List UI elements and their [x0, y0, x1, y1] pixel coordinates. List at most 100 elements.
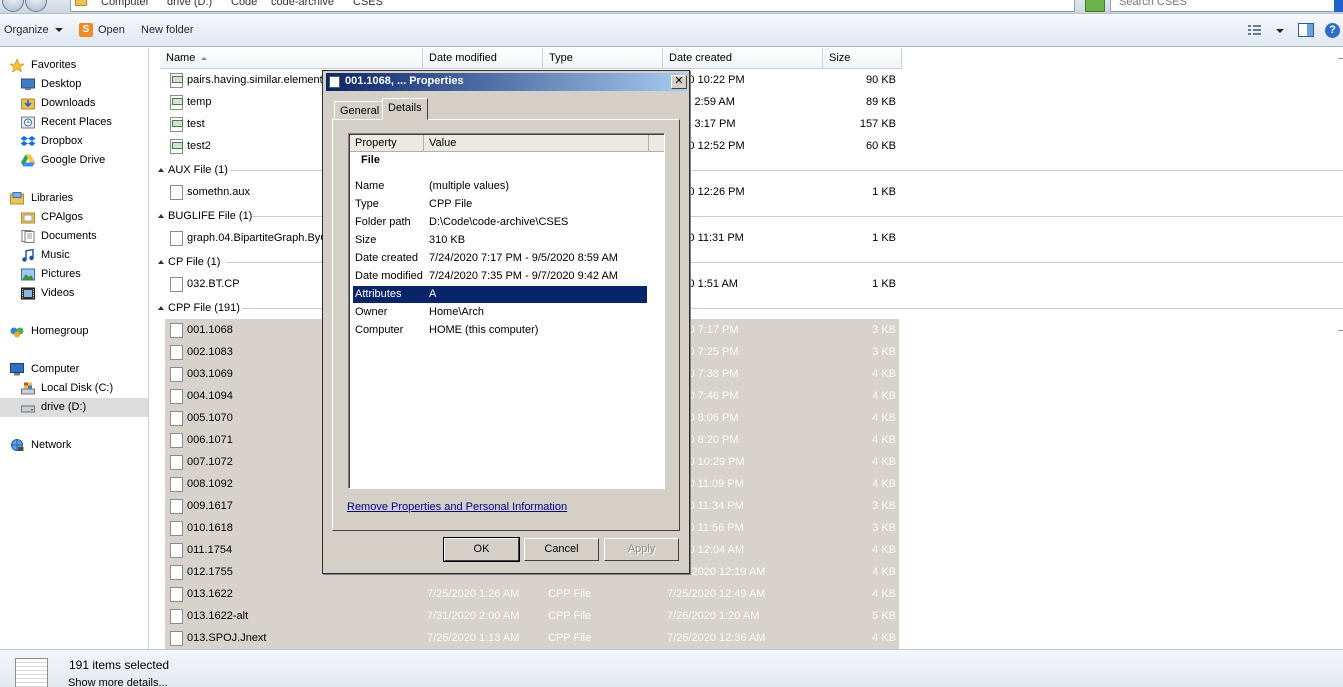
scroll-edge-mark [1338, 58, 1343, 59]
property-key: Computer [355, 324, 404, 336]
file-icon [170, 345, 183, 360]
property-value: 310 KB [429, 234, 466, 246]
property-row[interactable]: Name (multiple values) [353, 178, 647, 195]
property-row[interactable]: Computer HOME (this computer) [353, 322, 647, 339]
property-key: Type [355, 198, 379, 210]
nav-pictures[interactable]: Pictures [0, 265, 148, 284]
file-size: 4 KB [872, 412, 896, 424]
cancel-button[interactable]: Cancel [524, 538, 599, 561]
sublime-open-icon[interactable]: S [79, 23, 93, 37]
folder-icon [75, 0, 87, 6]
organize-button[interactable]: Organize [4, 24, 63, 36]
executable-file-icon [170, 95, 183, 110]
dialog-titlebar[interactable]: 001.1068, ... Properties ✕ [326, 73, 687, 91]
nav-libraries-label: Libraries [31, 192, 74, 204]
file-size: 1 KB [872, 278, 896, 290]
nav-local-disk-c[interactable]: Local Disk (C:) [0, 379, 148, 398]
apply-button[interactable]: Apply [604, 538, 679, 561]
column-header-date-modified[interactable]: Date modified [423, 48, 543, 69]
close-icon[interactable]: ✕ [671, 75, 687, 89]
group-label: CPP File (191) [168, 302, 240, 314]
file-size: 3 KB [872, 522, 896, 534]
file-size: 4 KB [872, 478, 896, 490]
forward-button-icon[interactable] [25, 0, 47, 12]
property-value: A [429, 288, 437, 300]
view-chevron-down-icon[interactable] [1276, 29, 1284, 33]
column-header-name[interactable]: Name [160, 48, 423, 69]
file-row-selected[interactable]: 013.1622-alt 7/31/2020 2:00 AM CPP File 7/2… [150, 605, 1343, 627]
nav-downloads[interactable]: Downloads [0, 94, 148, 113]
chevron-down-icon [54, 28, 63, 33]
column-header-type[interactable]: Type [543, 48, 663, 69]
file-type: CPP File [548, 632, 592, 644]
property-row[interactable]: Owner Home\Arch [353, 304, 647, 321]
property-row[interactable]: Folder path D:\Code\code-archive\CSES [353, 214, 647, 231]
nav-documents[interactable]: Documents [0, 227, 148, 246]
show-more-details-link[interactable]: Show more details... [68, 677, 168, 687]
property-value: HOME (this computer) [429, 324, 539, 336]
nav-computer[interactable]: Computer [0, 360, 148, 379]
property-key: Owner [355, 306, 388, 318]
property-row[interactable]: Size 310 KB [353, 232, 647, 249]
back-button-icon[interactable] [2, 0, 24, 12]
tab-details[interactable]: Details [382, 98, 428, 120]
file-icon [170, 521, 183, 536]
breadcrumb-code[interactable]: Code [231, 0, 257, 8]
remove-properties-link[interactable]: Remove Properties and Personal Informati… [347, 501, 567, 513]
tab-general[interactable]: General [334, 101, 386, 121]
file-date-created: 7/25/2020 12:49 AM [667, 588, 766, 600]
file-date-created: 7/26/2020 12:36 AM [667, 632, 766, 644]
file-icon [170, 609, 183, 624]
nav-cpalgos-label: CPAlgos [41, 211, 83, 223]
nav-dropbox[interactable]: Dropbox [0, 132, 148, 151]
property-column-header[interactable]: Property [350, 135, 424, 152]
breadcrumb-computer[interactable]: Computer [101, 0, 149, 8]
nav-libraries[interactable]: Libraries [0, 189, 148, 208]
nav-drive-d[interactable]: drive (D:) [0, 398, 148, 417]
file-icon [170, 455, 183, 470]
executable-file-icon [170, 73, 183, 88]
open-button[interactable]: Open [98, 24, 125, 36]
file-name: 011.1754 [187, 544, 233, 556]
property-row[interactable]: Date created 7/24/2020 7:17 PM - 9/5/2020… [353, 250, 647, 267]
nav-music[interactable]: Music [0, 246, 148, 265]
documents-icon [21, 230, 35, 243]
file-row-selected[interactable]: 013.1622 7/25/2020 1:26 AM CPP File 7/25/20… [150, 583, 1343, 605]
view-options-icon[interactable] [1247, 23, 1263, 37]
value-column-header[interactable]: Value [424, 135, 649, 152]
nav-desktop[interactable]: Desktop [0, 75, 148, 94]
file-icon [170, 543, 183, 558]
breadcrumb-code-archive[interactable]: code-archive [271, 0, 334, 8]
property-row[interactable]: Date modified 7/24/2020 7:35 PM - 9/7/202… [353, 268, 647, 285]
nav-network[interactable]: Network [0, 436, 148, 455]
nav-cpalgos[interactable]: CPAlgos [0, 208, 148, 227]
file-size: 4 KB [872, 390, 896, 402]
nav-recent-places[interactable]: Recent Places [0, 113, 148, 132]
refresh-icon[interactable] [1085, 0, 1105, 12]
file-size: 1 KB [872, 186, 896, 198]
help-icon[interactable]: ? [1325, 23, 1340, 38]
search-button-icon[interactable] [1334, 0, 1343, 12]
file-date-modified: 7/26/2020 1:13 AM [427, 632, 520, 644]
preview-pane-icon[interactable] [1298, 23, 1314, 37]
property-key: Folder path [355, 216, 411, 228]
breadcrumb-cses[interactable]: CSES [353, 0, 383, 8]
nav-videos[interactable]: Videos [0, 284, 148, 303]
property-list[interactable]: Property Value File Name (multiple values… [348, 133, 665, 489]
new-folder-button[interactable]: New folder [141, 24, 194, 36]
command-bar: Organize S Open New folder ? [0, 14, 1343, 47]
file-row-selected[interactable]: 013.SPOJ.Jnext 7/26/2020 1:13 AM CPP File 7… [150, 627, 1343, 649]
address-box[interactable]: Computer drive (D:) Code code-archive CS… [70, 0, 1075, 12]
column-header-date-created[interactable]: Date created [663, 48, 823, 69]
property-row-selected[interactable]: Attributes A [353, 286, 647, 303]
nav-homegroup[interactable]: Homegroup [0, 322, 148, 341]
nav-favorites[interactable]: Favorites [0, 56, 148, 75]
breadcrumb-drive[interactable]: drive (D:) [167, 0, 212, 8]
file-date-modified: 7/31/2020 2:00 AM [427, 610, 520, 622]
file-icon [170, 185, 183, 200]
ok-button[interactable]: OK [443, 537, 520, 562]
nav-google-drive[interactable]: Google Drive [0, 151, 148, 170]
search-input[interactable]: Search CSES [1110, 0, 1336, 12]
property-row[interactable]: Type CPP File [353, 196, 647, 213]
column-header-size[interactable]: Size [823, 48, 902, 69]
